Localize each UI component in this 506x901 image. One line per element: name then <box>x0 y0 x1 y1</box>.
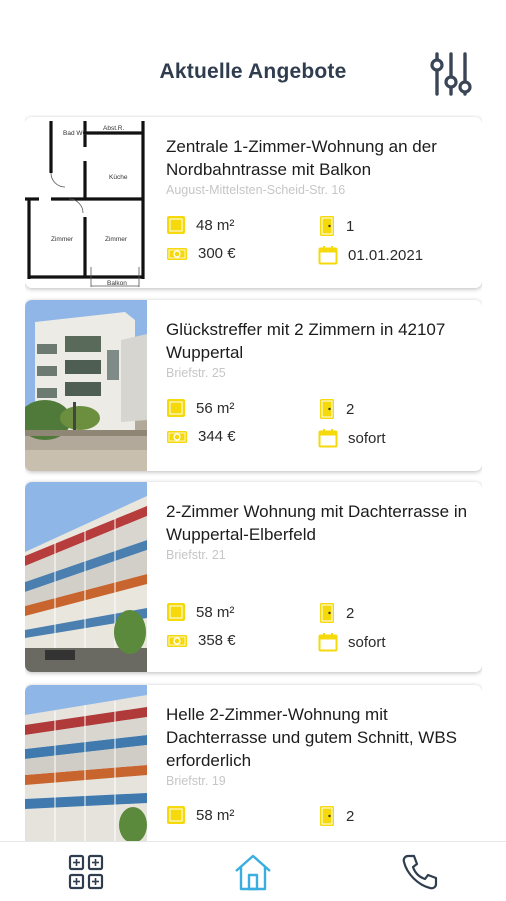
area-icon <box>167 399 185 417</box>
listing-card[interactable]: Helle 2-Zimmer-Wohnung mit Dachterrasse … <box>25 685 482 841</box>
listing-title: Zentrale 1-Zimmer-Wohnung an der Nordbah… <box>166 137 437 179</box>
banknote-icon <box>167 634 187 647</box>
stat-rooms: 2 <box>318 805 354 827</box>
stat-area-value: 58 m² <box>196 603 235 621</box>
stat-area: 56 m² <box>166 398 234 418</box>
banknote-icon <box>167 430 187 443</box>
area-icon <box>167 806 185 824</box>
listing-stats: 58 m² 2 358 € sofort <box>166 600 471 660</box>
calendar-icon <box>318 429 338 448</box>
door-icon <box>320 216 334 236</box>
stat-area: 58 m² <box>166 602 234 622</box>
plan-label: Zimmer <box>105 236 128 243</box>
door-icon <box>320 399 334 419</box>
door-icon <box>320 806 334 826</box>
stat-area: 58 m² <box>166 805 234 825</box>
phone-icon <box>402 854 438 890</box>
stat-price-value: 344 € <box>198 428 236 445</box>
listing-title: Glückstreffer mit 2 Zimmern in 42107 Wup… <box>166 320 446 362</box>
stat-rooms-value: 1 <box>346 217 355 235</box>
nav-grid-button[interactable] <box>66 852 106 892</box>
door-icon <box>320 603 334 623</box>
stat-available: sofort <box>318 428 386 448</box>
grid-icon <box>68 854 104 890</box>
listing-info: Glückstreffer mit 2 Zimmern in 42107 Wup… <box>166 318 471 380</box>
listing-image-building <box>25 482 147 672</box>
listing-card[interactable]: Bad WC Abst.R. Küche Zimmer Zimmer Balko… <box>25 117 482 288</box>
sliders-icon <box>430 52 472 96</box>
plan-label: Küche <box>109 174 128 181</box>
home-icon <box>235 854 271 891</box>
listing-address: Briefstr. 25 <box>166 366 226 380</box>
listing-info: 2-Zimmer Wohnung mit Dachterrasse in Wup… <box>166 500 471 562</box>
stat-rooms: 2 <box>318 602 354 624</box>
listing-address: Briefstr. 19 <box>166 774 226 788</box>
listing-address: August-Mittelsten-Scheid-Str. 16 <box>166 183 346 197</box>
listings-list[interactable]: Bad WC Abst.R. Küche Zimmer Zimmer Balko… <box>25 115 482 841</box>
bottom-nav <box>0 841 506 901</box>
listing-image-floor-plan: Bad WC Abst.R. Küche Zimmer Zimmer Balko… <box>25 117 147 288</box>
listing-image-building <box>25 685 147 841</box>
stat-available: 01.01.2021 <box>318 245 423 265</box>
stat-rooms: 1 <box>318 215 354 237</box>
plan-label: Bad WC <box>63 130 88 137</box>
nav-home-button[interactable] <box>233 852 273 892</box>
calendar-icon <box>318 633 338 652</box>
stat-rooms-value: 2 <box>346 807 355 825</box>
stat-rooms: 2 <box>318 398 354 420</box>
plan-label: Zimmer <box>51 236 74 243</box>
listing-info: Helle 2-Zimmer-Wohnung mit Dachterrasse … <box>166 703 471 788</box>
stat-available-value: 01.01.2021 <box>348 246 424 264</box>
listing-address: Briefstr. 21 <box>166 548 226 562</box>
stat-available-value: sofort <box>348 633 386 651</box>
banknote-icon <box>167 247 187 260</box>
calendar-icon <box>318 246 338 265</box>
stat-price: 344 € <box>166 428 236 445</box>
stat-area-value: 48 m² <box>196 216 235 234</box>
listing-title: 2-Zimmer Wohnung mit Dachterrasse in Wup… <box>166 502 468 544</box>
listing-info: Zentrale 1-Zimmer-Wohnung an der Nordbah… <box>166 135 471 197</box>
stat-rooms-value: 2 <box>346 400 355 418</box>
stat-area-value: 58 m² <box>196 806 235 824</box>
stat-available-value: sofort <box>348 429 386 447</box>
stat-rooms-value: 2 <box>346 604 355 622</box>
listing-stats: 48 m² 1 300 € 01.01.2021 <box>166 213 471 273</box>
stat-price-value: 358 € <box>198 632 236 649</box>
listing-stats: 58 m² 2 <box>166 803 471 841</box>
header: Aktuelle Angebote <box>0 0 506 110</box>
listing-image-building <box>25 300 147 471</box>
area-icon <box>167 603 185 621</box>
stat-price: 358 € <box>166 632 236 649</box>
stat-price-value: 300 € <box>198 245 236 262</box>
stat-area-value: 56 m² <box>196 399 235 417</box>
nav-phone-button[interactable] <box>400 852 440 892</box>
listing-card[interactable]: 2-Zimmer Wohnung mit Dachterrasse in Wup… <box>25 482 482 672</box>
stat-area: 48 m² <box>166 215 234 235</box>
plan-label: Balkon <box>107 280 127 287</box>
plan-label: Abst.R. <box>103 125 125 132</box>
stat-available: sofort <box>318 632 386 652</box>
stat-price: 300 € <box>166 245 236 262</box>
listing-stats: 56 m² 2 344 € sofort <box>166 396 471 456</box>
listing-card[interactable]: Glückstreffer mit 2 Zimmern in 42107 Wup… <box>25 300 482 471</box>
listing-title: Helle 2-Zimmer-Wohnung mit Dachterrasse … <box>166 705 458 770</box>
area-icon <box>167 216 185 234</box>
filter-button[interactable] <box>428 50 474 98</box>
